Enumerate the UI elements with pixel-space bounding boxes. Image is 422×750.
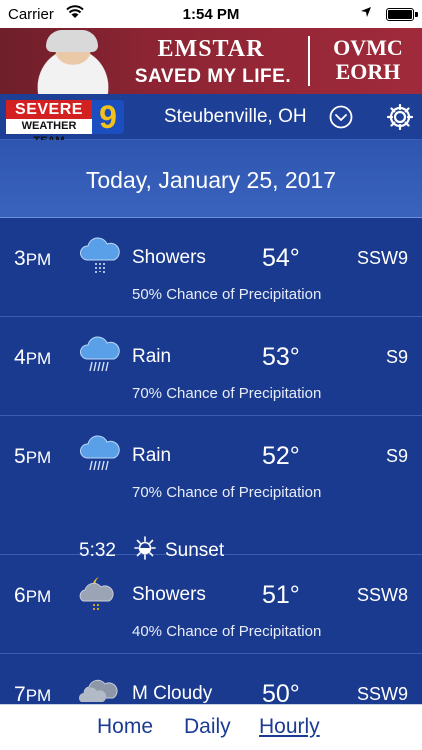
bottom-nav: Home Daily Hourly: [0, 704, 422, 750]
location-selector-label[interactable]: Steubenville, OH: [164, 106, 307, 128]
logo-weather-text: WEATHER TEAM: [6, 119, 92, 147]
logo-number: 9: [92, 100, 124, 134]
hour-precipitation: 40% Chance of Precipitation: [132, 623, 322, 640]
hour-time: 6PM: [14, 584, 52, 607]
hour-precipitation: 50% Chance of Precipitation: [132, 286, 322, 303]
hour-precipitation: 70% Chance of Precipitation: [132, 484, 322, 501]
hour-wind: S9: [385, 446, 408, 466]
nav-daily[interactable]: Daily: [184, 715, 231, 739]
hour-row[interactable]: 4PM Rain 53° S9 70% Chance of Precipitat…: [0, 317, 422, 416]
hour-time: 7PM: [14, 683, 52, 704]
date-bar: Today, January 25, 2017: [0, 140, 422, 218]
hour-wind: SSW9: [356, 248, 408, 268]
chevron-down-circle-icon[interactable]: [329, 105, 353, 129]
battery-cap: [415, 12, 418, 17]
logo-severe-text: SEVERE: [6, 100, 92, 119]
rain-icon: [80, 435, 120, 471]
ad-banner[interactable]: EMSTAR SAVED MY LIFE. OVMC EORH: [0, 28, 422, 94]
hour-row[interactable]: 5PM Rain 52° S9 70% Chance of Precipitat…: [0, 416, 422, 561]
battery-icon: [386, 8, 414, 21]
hourly-forecast-list[interactable]: 3PM Showers 54° SSW9 50% Chance of Preci…: [0, 218, 422, 704]
status-time: 1:54 PM: [182, 6, 240, 23]
hour-temperature: 54°: [262, 244, 300, 272]
status-bar: Carrier 1:54 PM: [0, 0, 422, 28]
ad-divider: [308, 36, 310, 86]
hour-wind: SSW9: [356, 684, 408, 704]
hour-row[interactable]: 3PM Showers 54° SSW9 50% Chance of Preci…: [0, 218, 422, 317]
hour-condition: Showers: [132, 247, 206, 268]
hour-time: 5PM: [14, 445, 52, 468]
hour-row[interactable]: 6PM Showers 51° SSW8 40% Chance of Preci…: [0, 555, 422, 654]
hour-temperature: 50°: [262, 680, 300, 704]
night-showers-icon: [79, 577, 114, 612]
ad-logo-line2: EORH: [335, 59, 401, 84]
hour-condition: Rain: [132, 346, 172, 367]
location-arrow-icon: [361, 7, 371, 17]
hour-row[interactable]: 7PM M Cloudy 50° SSW9: [0, 654, 422, 704]
hour-condition: Rain: [132, 445, 172, 466]
hour-time: 4PM: [14, 346, 52, 369]
ad-person-hair: [46, 30, 98, 52]
showers-icon: [80, 237, 120, 274]
nav-hourly-active[interactable]: Hourly: [259, 715, 320, 739]
hour-condition: Showers: [132, 584, 206, 605]
mostly-cloudy-night-icon: [79, 679, 118, 702]
ad-sponsor-logo: OVMC EORH: [318, 36, 418, 84]
hour-condition: M Cloudy: [132, 683, 213, 704]
nav-home[interactable]: Home: [97, 715, 153, 739]
ad-logo-line1: OVMC: [333, 35, 403, 60]
hour-time: 3PM: [14, 247, 52, 270]
gear-icon[interactable]: [386, 103, 414, 131]
app-header: SEVERE WEATHER TEAM 9 Steubenville, OH: [0, 94, 422, 147]
hour-temperature: 53°: [262, 343, 300, 371]
hour-precipitation: 70% Chance of Precipitation: [132, 385, 322, 402]
rain-icon: [80, 336, 120, 372]
ad-tagline: SAVED MY LIFE.: [134, 66, 292, 87]
hour-wind: S9: [385, 347, 408, 367]
ad-brand: EMSTAR: [157, 36, 265, 62]
hour-wind: SSW8: [356, 585, 408, 605]
hour-temperature: 52°: [262, 442, 300, 470]
hour-temperature: 51°: [262, 581, 300, 609]
date-label: Today, January 25, 2017: [85, 167, 337, 193]
severe-weather-team-logo: SEVERE WEATHER TEAM 9: [6, 100, 124, 147]
